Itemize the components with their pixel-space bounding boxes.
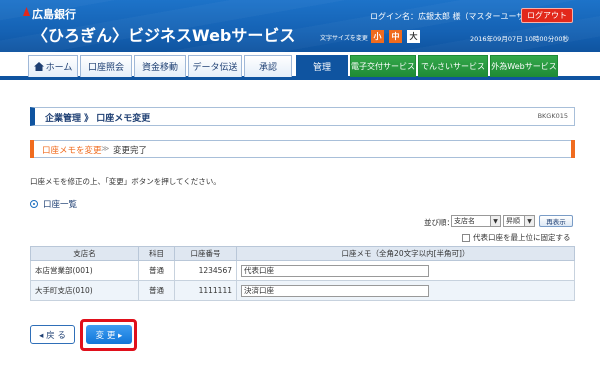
account-table: 支店名 科目 口座番号 口座メモ（全角20文字以内[半角可]） 本店営業部(00… xyxy=(30,246,575,301)
step-next: 変更完了 xyxy=(113,146,148,156)
account-number-cell: 1234567 xyxy=(174,260,237,281)
sort-field-value: 支店名 xyxy=(454,217,475,225)
header-branch: 支店名 xyxy=(30,246,139,261)
tab-management[interactable]: 管理 xyxy=(296,55,348,77)
tab-home[interactable]: ホーム xyxy=(28,55,78,77)
tab-forex-web-service[interactable]: 外為Webサービス xyxy=(490,55,558,77)
datetime: 2016年09月07日 10時00分00秒 xyxy=(470,35,569,43)
tab-densai-service[interactable]: でんさいサービス xyxy=(418,55,488,77)
fix-representative-label: 代表口座を最上位に固定する xyxy=(473,233,571,242)
memo-input[interactable] xyxy=(241,264,429,277)
chevron-down-icon: ▼ xyxy=(490,216,500,226)
tab-account-inquiry[interactable]: 口座照会 xyxy=(80,55,132,77)
memo-cell xyxy=(236,280,575,301)
font-size-medium-button[interactable]: 中 xyxy=(389,30,402,43)
back-button[interactable]: ◂ 戻 る xyxy=(30,325,75,344)
sort-order-value: 昇順 xyxy=(506,217,520,225)
page-title: 企業管理 》 口座メモ変更 xyxy=(45,114,151,124)
step-current: 口座メモを変更 xyxy=(42,146,102,156)
subject-cell: 普通 xyxy=(138,280,175,301)
tab-electronic-delivery[interactable]: 電子交付サービス xyxy=(350,55,416,77)
tab-label: ホーム xyxy=(45,63,73,73)
branch-cell: 大手町支店(010) xyxy=(30,280,139,301)
bullet-icon xyxy=(30,200,38,208)
font-size-small-button[interactable]: 小 xyxy=(371,30,384,43)
header-subject: 科目 xyxy=(138,246,175,261)
step-right-bar xyxy=(571,140,575,158)
header-memo: 口座メモ（全角20文字以内[半角可]） xyxy=(236,246,575,261)
fix-representative-row: 代表口座を最上位に固定する xyxy=(462,232,571,243)
login-name: ログイン名：広銀太郎 様（マスターユーザ） xyxy=(370,12,533,21)
section-title-label: 口座一覧 xyxy=(43,200,78,210)
resort-label: 再表示 xyxy=(546,218,566,226)
branch-cell: 本店営業部(001) xyxy=(30,260,139,281)
screen-id: BKGK015 xyxy=(537,112,568,120)
memo-input[interactable] xyxy=(241,284,429,297)
table-row: 大手町支店(010) 普通 1111111 xyxy=(30,280,575,301)
section-title: 口座一覧 xyxy=(30,198,77,210)
fix-representative-checkbox[interactable] xyxy=(462,233,470,242)
font-size-label: 文字サイズを変更 xyxy=(320,35,368,42)
chevron-down-icon: ▼ xyxy=(524,216,534,226)
step-left-bar xyxy=(30,140,34,158)
account-number-cell: 1111111 xyxy=(174,280,237,301)
service-name: 〈ひろぎん〉ビジネスWebサービス xyxy=(32,26,296,45)
change-button[interactable]: 変 更 ▸ xyxy=(86,325,132,344)
step-indicator: 口座メモを変更 ≫ 変更完了 xyxy=(30,140,575,158)
home-icon xyxy=(33,62,44,71)
sort-field-select[interactable]: 支店名 ▼ xyxy=(451,215,501,227)
page-title-box: 企業管理 》 口座メモ変更 BKGK015 xyxy=(30,107,575,126)
bank-name: 広島銀行 xyxy=(32,8,76,21)
table-row: 本店営業部(001) 普通 1234567 xyxy=(30,260,575,281)
tab-fund-transfer[interactable]: 資金移動 xyxy=(134,55,186,77)
header-account-number: 口座番号 xyxy=(174,246,237,261)
tab-approval[interactable]: 承認 xyxy=(244,55,292,77)
font-size-large-button[interactable]: 大 xyxy=(407,30,420,43)
sort-order-select[interactable]: 昇順 ▼ xyxy=(503,215,535,227)
memo-cell xyxy=(236,260,575,281)
instruction-text: 口座メモを修正の上、「変更」ボタンを押してください。 xyxy=(30,177,221,186)
step-separator: ≫ xyxy=(101,144,110,153)
table-header-row: 支店名 科目 口座番号 口座メモ（全角20文字以内[半角可]） xyxy=(30,246,575,261)
subject-cell: 普通 xyxy=(138,260,175,281)
tab-data-transmission[interactable]: データ伝送 xyxy=(188,55,242,77)
bank-logo-icon xyxy=(23,7,30,16)
sort-label: 並び順： xyxy=(424,218,454,227)
resort-button[interactable]: 再表示 xyxy=(539,215,573,227)
logout-button[interactable]: ログアウト xyxy=(521,8,573,23)
